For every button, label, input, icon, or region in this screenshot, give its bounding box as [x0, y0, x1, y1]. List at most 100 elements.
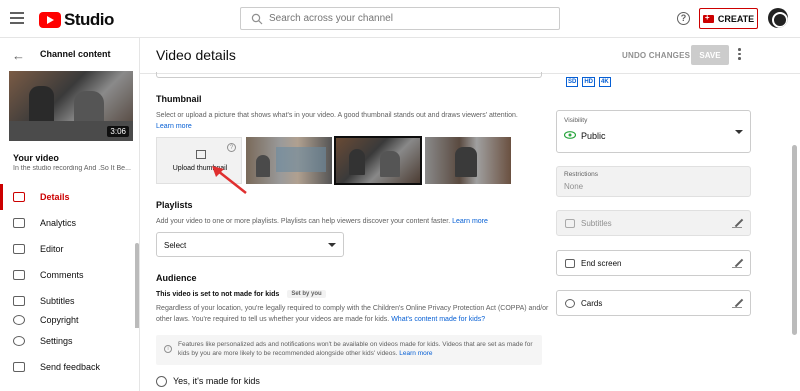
- end-screen-card[interactable]: End screen: [556, 250, 751, 276]
- made-for-kids-link[interactable]: What's content made for kids?: [391, 316, 485, 323]
- sidebar-item-label: Settings: [40, 336, 73, 346]
- channel-content-link[interactable]: Channel content: [40, 49, 111, 59]
- pencil-icon: [13, 192, 25, 202]
- create-video-icon: [702, 13, 714, 23]
- active-indicator: [0, 184, 3, 210]
- visibility-value: Public: [581, 131, 606, 141]
- visibility-dropdown[interactable]: Visibility Public: [556, 110, 751, 153]
- dropdown-caret-icon: [735, 130, 743, 134]
- visibility-caption: Visibility: [564, 117, 588, 124]
- help-icon[interactable]: ?: [677, 12, 690, 25]
- eye-icon: [564, 131, 576, 139]
- playlists-learn-more-link[interactable]: Learn more: [452, 218, 488, 225]
- thumbnail-option-selected[interactable]: [334, 136, 422, 185]
- sidebar-item-label: Send feedback: [40, 362, 101, 372]
- sidebar-item-label: Analytics: [40, 218, 77, 228]
- sidebar-item-label: Subtitles: [40, 296, 75, 306]
- edit-pencil-icon: [732, 218, 742, 228]
- sidebar: ← Channel content 3:06 Your video In the…: [0, 38, 140, 391]
- made-for-kids-radio[interactable]: [156, 376, 167, 387]
- main-scrollbar[interactable]: [792, 145, 797, 335]
- search-input[interactable]: [269, 13, 549, 24]
- analytics-icon: [13, 218, 25, 228]
- sidebar-item-feedback[interactable]: Send feedback: [0, 354, 135, 380]
- playlists-heading: Playlists: [156, 200, 193, 210]
- end-screen-label: End screen: [581, 259, 622, 268]
- audience-status-row: This video is set to not made for kids S…: [156, 290, 326, 298]
- help-icon[interactable]: ?: [227, 143, 236, 152]
- gear-icon: [13, 336, 25, 346]
- end-screen-icon: [565, 259, 575, 268]
- subtitles-card: Subtitles: [556, 210, 751, 236]
- playlists-description-text: Add your video to one or more playlists.…: [156, 218, 451, 225]
- hamburger-menu-icon[interactable]: [10, 12, 24, 24]
- thumbnail-screen: [276, 147, 326, 172]
- top-bar: Studio ? CREATE: [0, 0, 800, 38]
- thumbnail-learn-more-link[interactable]: Learn more: [156, 123, 192, 130]
- hd-badge: HD: [582, 77, 596, 87]
- audience-description: Regardless of your location, you're lega…: [156, 303, 551, 325]
- edit-pencil-icon[interactable]: [732, 258, 742, 268]
- search-bar[interactable]: [240, 7, 560, 30]
- video-thumbnail[interactable]: 3:06: [9, 71, 133, 141]
- sidebar-item-label: Copyright: [40, 315, 79, 325]
- undo-changes-button[interactable]: UNDO CHANGES: [622, 51, 690, 60]
- sidebar-item-copyright[interactable]: Copyright: [0, 315, 135, 329]
- restrictions-value: None: [564, 182, 584, 191]
- page-title: Video details: [156, 47, 236, 63]
- thumbnail-figure: [349, 149, 365, 175]
- audience-description-text: Regardless of your location, you're lega…: [156, 305, 549, 323]
- playlist-select-value: Select: [164, 241, 187, 250]
- made-for-kids-option-label[interactable]: Yes, it's made for kids: [173, 376, 260, 386]
- thumbnail-figure: [455, 147, 477, 177]
- description-field[interactable]: [156, 72, 542, 78]
- sidebar-item-editor[interactable]: Editor: [0, 236, 135, 262]
- thumbnail-description-text: Select or upload a picture that shows wh…: [156, 112, 518, 119]
- brand-name: Studio: [64, 10, 114, 29]
- quality-badges: SD HD 4K: [566, 77, 611, 87]
- subtitles-icon: [565, 219, 575, 228]
- sidebar-item-analytics[interactable]: Analytics: [0, 210, 135, 236]
- youtube-logo-icon: [39, 12, 61, 28]
- search-icon: [251, 13, 263, 24]
- comments-icon: [13, 270, 25, 280]
- thumbnail-description: Select or upload a picture that shows wh…: [156, 110, 556, 132]
- audience-info: Features like personalized ads and notif…: [178, 340, 533, 358]
- avatar[interactable]: [768, 8, 788, 28]
- subtitles-icon: [13, 296, 25, 306]
- thumbnail-option[interactable]: [246, 137, 332, 184]
- more-options-icon[interactable]: [738, 48, 742, 62]
- copyright-icon: [13, 315, 25, 325]
- studio-logo[interactable]: Studio: [39, 10, 114, 30]
- duration-badge: 3:06: [107, 126, 129, 137]
- sidebar-item-settings[interactable]: Settings: [0, 328, 135, 354]
- feedback-icon: [13, 362, 25, 372]
- edit-pencil-icon[interactable]: [732, 298, 742, 308]
- restrictions-caption: Restrictions: [564, 171, 598, 178]
- sidebar-item-subtitles[interactable]: Subtitles: [0, 288, 135, 314]
- thumbnail-figure: [256, 155, 270, 177]
- save-button[interactable]: SAVE: [691, 45, 729, 65]
- info-icon: i: [164, 345, 172, 353]
- create-button[interactable]: CREATE: [699, 8, 758, 29]
- audience-info-text: Features like personalized ads and notif…: [178, 341, 533, 357]
- back-arrow-icon[interactable]: ←: [12, 48, 25, 63]
- audience-info-learn-more-link[interactable]: Learn more: [399, 350, 432, 357]
- audience-info-box: i Features like personalized ads and not…: [156, 335, 542, 365]
- playlist-select[interactable]: Select: [156, 232, 344, 257]
- cards-label: Cards: [581, 299, 603, 308]
- sidebar-item-label: Comments: [40, 270, 84, 280]
- sidebar-item-details[interactable]: Details: [0, 184, 135, 210]
- cards-card[interactable]: Cards: [556, 290, 751, 316]
- restrictions-field: Restrictions None: [556, 166, 751, 197]
- red-arrow-annotation: [212, 166, 247, 194]
- subtitles-label: Subtitles: [581, 219, 612, 228]
- sd-badge: SD: [566, 77, 579, 87]
- sidebar-item-comments[interactable]: Comments: [0, 262, 135, 288]
- thumbnail-option[interactable]: [425, 137, 511, 184]
- sidebar-item-label: Editor: [40, 244, 64, 254]
- set-by-badge: Set by you: [287, 290, 326, 298]
- audience-status: This video is set to not made for kids: [156, 290, 280, 298]
- info-icon: [565, 299, 575, 308]
- create-label: CREATE: [717, 13, 755, 24]
